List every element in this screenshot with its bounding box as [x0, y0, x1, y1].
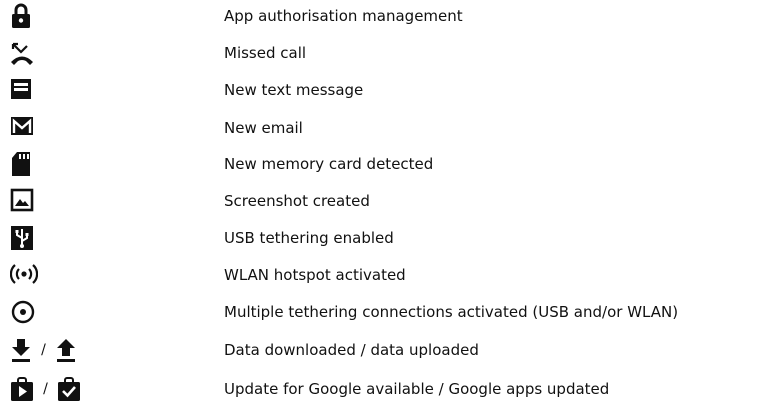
legend-row: App authorisation management: [0, 1, 764, 31]
missed-call-icon: [11, 42, 33, 65]
sd-card-icon: [12, 152, 30, 176]
status-icon-legend: App authorisation management Missed call…: [0, 0, 764, 413]
icon-cell: [10, 225, 130, 251]
legend-description: New text message: [224, 81, 364, 99]
legend-row: USB tethering enabled: [0, 223, 764, 253]
icon-cell: [10, 40, 130, 66]
google-play-update-icon: [11, 377, 33, 401]
message-icon: [11, 79, 31, 99]
usb-icon: [11, 226, 33, 250]
legend-description: Screenshot created: [224, 192, 370, 210]
gmail-icon: [11, 117, 33, 135]
download-icon: [12, 339, 30, 362]
legend-row: / Data downloaded / data uploaded: [0, 335, 764, 365]
legend-row: WLAN hotspot activated: [0, 260, 764, 290]
legend-row: Missed call: [0, 38, 764, 68]
icon-cell: [10, 299, 130, 325]
legend-description: USB tethering enabled: [224, 229, 394, 247]
icon-cell: /: [10, 376, 130, 402]
legend-description: Multiple tethering connections activated…: [224, 303, 679, 321]
google-apps-updated-icon: [57, 377, 80, 401]
legend-row: Multiple tethering connections activated…: [0, 297, 764, 327]
legend-row: New email: [0, 113, 764, 143]
legend-description: Data downloaded / data uploaded: [224, 341, 479, 359]
legend-description: New memory card detected: [224, 155, 434, 173]
legend-row: New memory card detected: [0, 149, 764, 179]
legend-row: New text message: [0, 75, 764, 105]
legend-description: Update for Google available / Google app…: [224, 380, 610, 398]
lock-icon: [12, 3, 30, 28]
upload-icon: [56, 339, 75, 362]
legend-row: Screenshot created: [0, 186, 764, 216]
icon-separator: /: [41, 342, 46, 358]
screenshot-icon: [10, 188, 34, 212]
legend-description: WLAN hotspot activated: [224, 266, 406, 284]
icon-cell: [10, 188, 130, 214]
icon-cell: /: [10, 337, 130, 363]
icon-separator: /: [43, 381, 48, 397]
legend-description: Missed call: [224, 44, 307, 62]
legend-description: New email: [224, 119, 303, 137]
icon-cell: [10, 151, 130, 177]
tethering-icon: [11, 300, 35, 324]
icon-cell: [10, 77, 130, 103]
hotspot-icon: [10, 264, 38, 284]
icon-cell: [10, 3, 130, 29]
legend-description: App authorisation management: [224, 7, 463, 25]
icon-cell: [10, 115, 130, 141]
legend-row: / Update for Google available / Google a…: [0, 374, 764, 404]
icon-cell: [10, 262, 130, 288]
